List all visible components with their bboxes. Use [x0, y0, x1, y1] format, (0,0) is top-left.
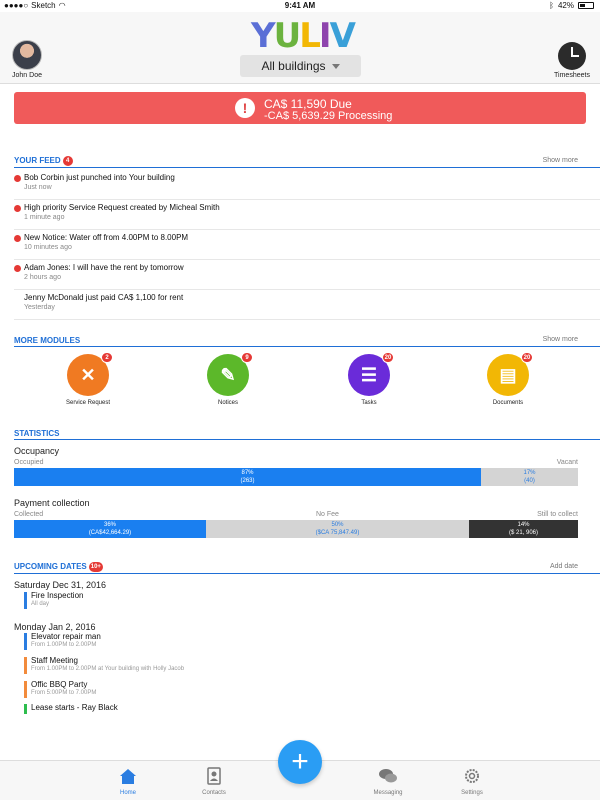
tab-home[interactable]: Home — [98, 767, 158, 796]
event-color-marker — [24, 633, 27, 650]
feed-item[interactable]: Jenny McDonald just paid CA$ 1,100 for r… — [14, 290, 600, 320]
module-label: Service Request — [65, 400, 111, 406]
date-heading: Monday Jan 2, 2016 — [14, 622, 96, 632]
feed-badge: 4 — [62, 156, 73, 166]
home-icon — [120, 769, 136, 784]
section-divider — [14, 167, 600, 168]
yuliv-logo: YULIV — [251, 16, 356, 56]
tab-label: Messaging — [373, 790, 403, 796]
add-date-link[interactable]: Add date — [550, 563, 578, 570]
battery-percent: 42% — [557, 1, 574, 10]
modules-title: MORE MODULES — [14, 336, 81, 345]
feed-item[interactable]: New Notice: Water off from 4.00PM to 8.0… — [14, 230, 600, 260]
timesheets-button[interactable]: Timesheets — [550, 42, 594, 79]
section-divider — [14, 439, 600, 440]
status-bar: ●●●●○ Sketch ◠ 9:41 AM ᛒ 42% — [0, 0, 600, 12]
module-badge: 20 — [382, 352, 394, 363]
vacant-label: Vacant — [556, 459, 578, 466]
contacts-icon — [207, 767, 221, 785]
event-color-marker — [24, 592, 27, 609]
event-color-marker — [24, 704, 27, 714]
processing-amount: -CA$ 5,639.29 Processing — [264, 110, 393, 122]
clock-icon — [558, 42, 586, 70]
module-notices[interactable]: ✎ 9 Notices — [188, 352, 268, 406]
tab-label: Contacts — [202, 790, 226, 796]
notice-icon: ✎ 9 — [207, 352, 253, 396]
user-profile[interactable]: John Doe — [8, 40, 46, 79]
battery-icon — [578, 2, 594, 9]
statistics-title: STATISTICS — [14, 429, 60, 438]
event-color-marker — [24, 657, 27, 674]
modules-show-more-link[interactable]: Show more — [543, 336, 578, 343]
building-select-value: All buildings — [261, 59, 326, 73]
chat-bubbles-icon — [379, 769, 397, 783]
module-label: Documents — [492, 400, 524, 406]
unread-dot — [14, 175, 21, 182]
tools-icon: ✕ 2 — [67, 352, 113, 396]
still-to-collect-bar: 14% ($ 21, 906) — [469, 520, 578, 538]
still-to-collect-label: Still to collect — [537, 511, 578, 518]
tab-label: Home — [119, 790, 136, 796]
upcoming-dates-title: UPCOMING DATES 10+ — [14, 562, 103, 572]
tab-messaging[interactable]: Messaging — [358, 767, 418, 796]
date-heading: Saturday Dec 31, 2016 — [14, 580, 107, 590]
section-divider — [14, 346, 600, 347]
section-divider — [14, 573, 600, 574]
user-name: John Doe — [12, 72, 42, 79]
vacant-bar: 17% (40) — [481, 468, 578, 486]
module-label: Notices — [217, 400, 238, 406]
module-badge: 2 — [101, 352, 113, 363]
occupancy-title: Occupancy — [14, 446, 60, 456]
documents-icon: ▤ 20 — [487, 352, 533, 396]
feed-item[interactable]: High priority Service Request created by… — [14, 200, 600, 230]
module-service-request[interactable]: ✕ 2 Service Request — [48, 352, 128, 406]
feed-item[interactable]: Bob Corbin just punched into Your buildi… — [14, 170, 600, 200]
tab-settings[interactable]: Settings — [442, 767, 502, 796]
upcoming-badge: 10+ — [88, 562, 103, 572]
collected-label: Collected — [14, 511, 44, 518]
feed-show-more-link[interactable]: Show more — [543, 157, 578, 164]
module-documents[interactable]: ▤ 20 Documents — [468, 352, 548, 406]
module-tasks[interactable]: ☰ 20 Tasks — [329, 352, 409, 406]
no-fee-label: No Fee — [316, 511, 339, 518]
tab-label: Settings — [461, 790, 483, 796]
alert-icon: ! — [235, 98, 255, 118]
chevron-down-icon — [331, 64, 340, 70]
gear-icon — [465, 769, 479, 783]
unread-dot — [14, 265, 21, 272]
module-label: Tasks — [361, 400, 377, 406]
no-fee-bar: 50% ($CA 75,847.49) — [206, 520, 469, 538]
due-amount: CA$ 11,590 Due — [264, 97, 352, 111]
add-button[interactable]: + — [278, 740, 322, 784]
unread-dot — [14, 235, 21, 242]
occupied-bar: 87% (263) — [14, 468, 481, 486]
avatar[interactable] — [12, 40, 42, 70]
tasks-icon: ☰ 20 — [348, 352, 394, 396]
module-badge: 9 — [241, 352, 253, 363]
tab-contacts[interactable]: Contacts — [184, 767, 244, 796]
collected-bar: 36% (CA$42,664.29) — [14, 520, 206, 538]
feed-title: YOUR FEED 4 — [14, 156, 73, 166]
event-color-marker — [24, 681, 27, 698]
building-select[interactable]: All buildings — [240, 55, 361, 77]
status-time: 9:41 AM — [284, 1, 316, 10]
feed-item[interactable]: Adam Jones: I will have the rent by tomo… — [14, 260, 600, 290]
bluetooth-icon: ᛒ — [549, 1, 554, 10]
timesheets-label: Timesheets — [554, 72, 590, 79]
app-header: John Doe YULIV All buildings Timesheets — [0, 12, 600, 84]
module-badge: 20 — [521, 352, 533, 363]
amount-due-banner[interactable]: ! CA$ 11,590 Due -CA$ 5,639.29 Processin… — [14, 92, 586, 124]
payment-collection-title: Payment collection — [14, 498, 90, 508]
unread-dot — [14, 205, 21, 212]
occupied-label: Occupied — [14, 459, 44, 466]
